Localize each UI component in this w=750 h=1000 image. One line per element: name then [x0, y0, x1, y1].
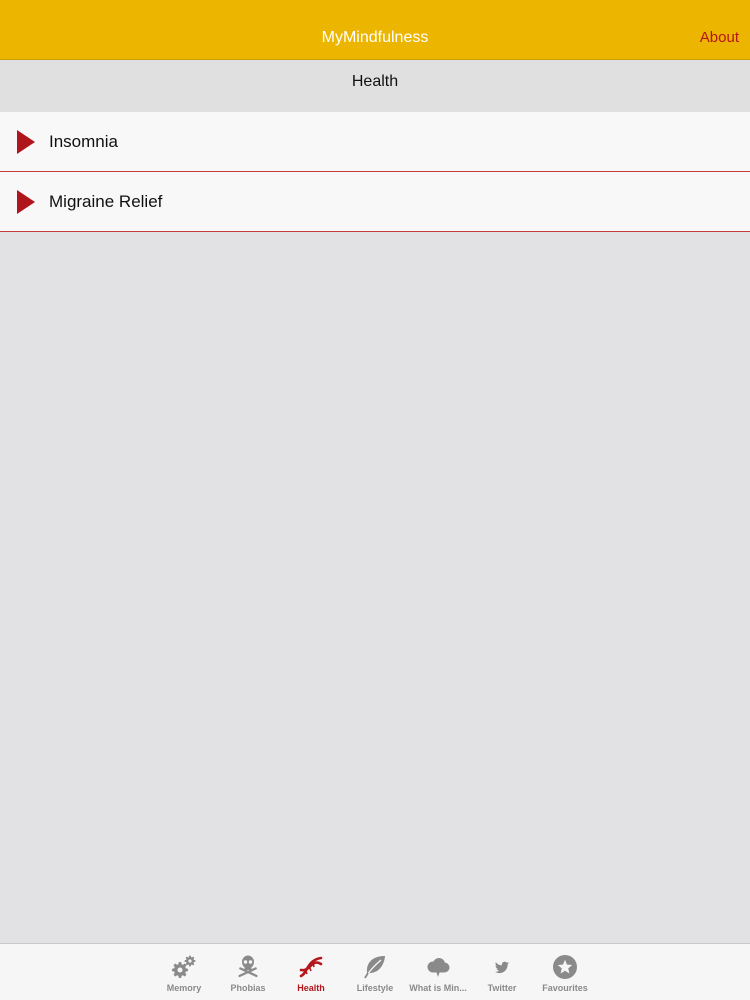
twitter-icon: [495, 961, 509, 974]
play-icon: [17, 190, 35, 214]
tab-bar: Memory Phobias Health Lifestyle What is …: [0, 943, 750, 1000]
cloud-icon: [427, 958, 450, 977]
list-item-insomnia[interactable]: Insomnia: [0, 112, 750, 172]
app-window: MyMindfulness About Health Insomnia Migr…: [0, 0, 750, 1000]
about-button[interactable]: About: [700, 0, 739, 60]
leaf-icon: [364, 956, 385, 979]
play-icon: [17, 130, 35, 154]
list-item-label: Insomnia: [49, 132, 118, 151]
audio-list: Insomnia Migraine Relief: [0, 112, 750, 232]
tab-favourites[interactable]: Favourites: [533, 944, 597, 1000]
list-item-label: Migraine Relief: [49, 192, 163, 211]
app-title: MyMindfulness: [321, 29, 429, 46]
gears-icon: [172, 955, 196, 978]
dna-icon: [299, 956, 323, 978]
list-item-migraine-relief[interactable]: Migraine Relief: [0, 172, 750, 232]
skull-icon: [238, 955, 258, 978]
navigation-bar: MyMindfulness About: [0, 0, 750, 60]
section-header: Health: [0, 60, 750, 112]
star-icon: [553, 955, 577, 979]
tab-label: Favourites: [542, 983, 588, 993]
